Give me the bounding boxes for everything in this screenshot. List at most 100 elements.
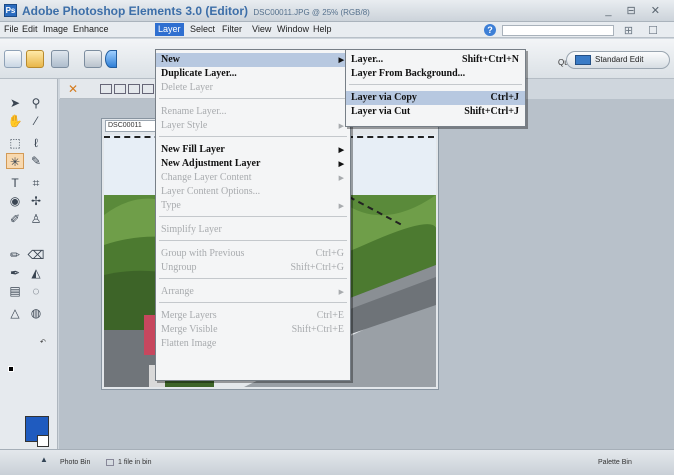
lasso-tool-icon[interactable]: ℓ <box>27 135 45 151</box>
layer-menu-item-arrange[interactable]: Arrange ▶ <box>156 285 350 299</box>
gradient-tool-icon[interactable]: ▤ <box>6 283 24 299</box>
photo-bin-toggle-icon[interactable]: ▲ <box>40 455 48 464</box>
move-tool-icon[interactable]: ➤ <box>6 95 24 111</box>
menu-item-shortcut: Ctrl+G <box>315 248 344 259</box>
new-submenu-item-layer[interactable]: Layer... Shift+Ctrl+N <box>346 53 525 67</box>
new-file-icon[interactable] <box>4 50 22 68</box>
document-tab[interactable]: DSC00011 <box>105 120 157 132</box>
red-eye-tool-icon[interactable]: ◉ <box>6 193 24 209</box>
menu-filter[interactable]: Filter <box>222 24 242 34</box>
menu-item-label: Layer Style <box>161 120 208 131</box>
cookie-cutter-tool-icon[interactable]: ✢ <box>27 193 45 209</box>
palette-toggle-icon[interactable]: ⊞ ☐ <box>624 24 664 37</box>
menu-item-label: Change Layer Content <box>161 172 252 183</box>
marquee-tool-icon[interactable]: ✕ <box>68 82 78 96</box>
menu-item-label: Arrange <box>161 286 194 297</box>
layer-menu-item-duplicate[interactable]: Duplicate Layer... <box>156 67 350 81</box>
paint-bucket-tool-icon[interactable]: ◭ <box>27 265 45 281</box>
menu-select[interactable]: Select <box>190 24 215 34</box>
app-logo-icon: Ps <box>4 4 17 17</box>
menu-item-shortcut: Shift+Ctrl+N <box>462 54 519 65</box>
eyedropper-tool-icon[interactable]: ⁄ <box>27 113 45 129</box>
options-bar: ✕ <box>60 79 156 99</box>
subtract-selection-icon[interactable] <box>128 84 140 94</box>
new-submenu-item-from-background[interactable]: Layer From Background... <box>346 67 525 81</box>
menu-item-label: New <box>161 54 180 65</box>
rect-marquee-tool-icon[interactable]: ⬚ <box>6 135 24 151</box>
menu-item-label: Merge Visible <box>161 324 218 335</box>
layer-menu-item-flatten[interactable]: Flatten Image <box>156 337 350 351</box>
layer-menu-item-ungroup[interactable]: Ungroup Shift+Ctrl+G <box>156 261 350 275</box>
swap-colors-icon[interactable]: ↶ <box>40 338 46 346</box>
brush-tool-icon[interactable]: ✒ <box>6 265 24 281</box>
default-colors-icon[interactable] <box>8 366 14 372</box>
menu-separator <box>159 136 347 137</box>
menu-item-label: Type <box>161 200 181 211</box>
menu-item-label: Ungroup <box>161 262 197 273</box>
submenu-arrow-icon: ▶ <box>338 202 344 210</box>
type-tool-icon[interactable]: T <box>6 175 24 191</box>
submenu-arrow-icon: ▶ <box>338 288 344 296</box>
menu-layer[interactable]: Layer <box>155 23 184 36</box>
pencil-tool-icon[interactable]: ✏ <box>6 247 24 263</box>
new-submenu-item-via-copy[interactable]: Layer via Copy Ctrl+J <box>346 91 525 105</box>
layer-menu-item-style[interactable]: Layer Style ▶ <box>156 119 350 133</box>
submenu-arrow-icon: ▶ <box>338 146 344 154</box>
menu-enhance[interactable]: Enhance <box>73 24 109 34</box>
zoom-tool-icon[interactable]: ⚲ <box>27 95 45 111</box>
menu-item-label: New Adjustment Layer <box>161 158 261 169</box>
hand-tool-icon[interactable]: ✋ <box>6 113 24 129</box>
share-icon[interactable] <box>105 50 117 68</box>
menu-help[interactable]: Help <box>313 24 332 34</box>
new-selection-icon[interactable] <box>100 84 112 94</box>
photo-bin-button[interactable]: Photo Bin <box>60 459 90 466</box>
window-controls[interactable]: _ ⊟ ✕ <box>605 4 666 17</box>
open-folder-icon[interactable] <box>26 50 44 68</box>
magic-wand-tool-icon[interactable]: ✳ <box>6 153 24 169</box>
background-color-swatch[interactable] <box>37 435 49 447</box>
palette-bin-button[interactable]: Palette Bin <box>598 459 632 466</box>
clone-stamp-tool-icon[interactable]: ♙ <box>27 211 45 227</box>
layer-menu-item-delete[interactable]: Delete Layer <box>156 81 350 95</box>
blur-tool-icon[interactable]: △ <box>6 305 24 321</box>
help-icon[interactable]: ? <box>484 24 496 36</box>
standard-edit-button[interactable]: Standard Edit <box>566 51 670 69</box>
help-search-input[interactable] <box>502 25 614 36</box>
menu-item-label: Layer via Copy <box>351 92 417 103</box>
intersect-selection-icon[interactable] <box>142 84 154 94</box>
layer-menu-item-simplify[interactable]: Simplify Layer <box>156 223 350 237</box>
selection-brush-tool-icon[interactable]: ✎ <box>27 153 45 169</box>
submenu-arrow-icon: ▶ <box>338 174 344 182</box>
menu-item-label: Layer Content Options... <box>161 186 261 197</box>
new-submenu-item-via-cut[interactable]: Layer via Cut Shift+Ctrl+J <box>346 105 525 119</box>
menu-separator <box>159 302 347 303</box>
layer-menu-item-new[interactable]: New ▶ <box>156 53 350 67</box>
print-icon[interactable] <box>84 50 102 68</box>
layer-menu-item-type[interactable]: Type ▶ <box>156 199 350 213</box>
layer-menu-item-merge-layers[interactable]: Merge Layers Ctrl+E <box>156 309 350 323</box>
layer-menu-item-new-fill[interactable]: New Fill Layer ▶ <box>156 143 350 157</box>
layer-menu-item-rename[interactable]: Rename Layer... <box>156 105 350 119</box>
crop-tool-icon[interactable]: ⌗ <box>27 175 45 191</box>
menu-separator <box>349 84 522 85</box>
menu-file[interactable]: File <box>4 24 19 34</box>
menu-edit[interactable]: Edit <box>22 24 38 34</box>
submenu-arrow-icon: ▶ <box>338 160 344 168</box>
shape-tool-icon[interactable]: ◌ <box>27 283 45 299</box>
sponge-tool-icon[interactable]: ◍ <box>27 305 45 321</box>
file-count-text: 1 file in bin <box>118 459 152 466</box>
menu-item-label: Simplify Layer <box>161 224 222 235</box>
layer-menu-item-group[interactable]: Group with Previous Ctrl+G <box>156 247 350 261</box>
add-selection-icon[interactable] <box>114 84 126 94</box>
menu-image[interactable]: Image <box>43 24 68 34</box>
layer-menu-item-change-content[interactable]: Change Layer Content ▶ <box>156 171 350 185</box>
healing-brush-tool-icon[interactable]: ✐ <box>6 211 24 227</box>
layer-menu-item-new-adjustment[interactable]: New Adjustment Layer ▶ <box>156 157 350 171</box>
layer-menu-item-content-options[interactable]: Layer Content Options... <box>156 185 350 199</box>
menu-window[interactable]: Window <box>277 24 309 34</box>
save-icon[interactable] <box>51 50 69 68</box>
menu-view[interactable]: View <box>252 24 271 34</box>
layer-menu-item-merge-visible[interactable]: Merge Visible Shift+Ctrl+E <box>156 323 350 337</box>
eraser-tool-icon[interactable]: ⌫ <box>27 247 45 263</box>
menu-item-label: Group with Previous <box>161 248 245 259</box>
